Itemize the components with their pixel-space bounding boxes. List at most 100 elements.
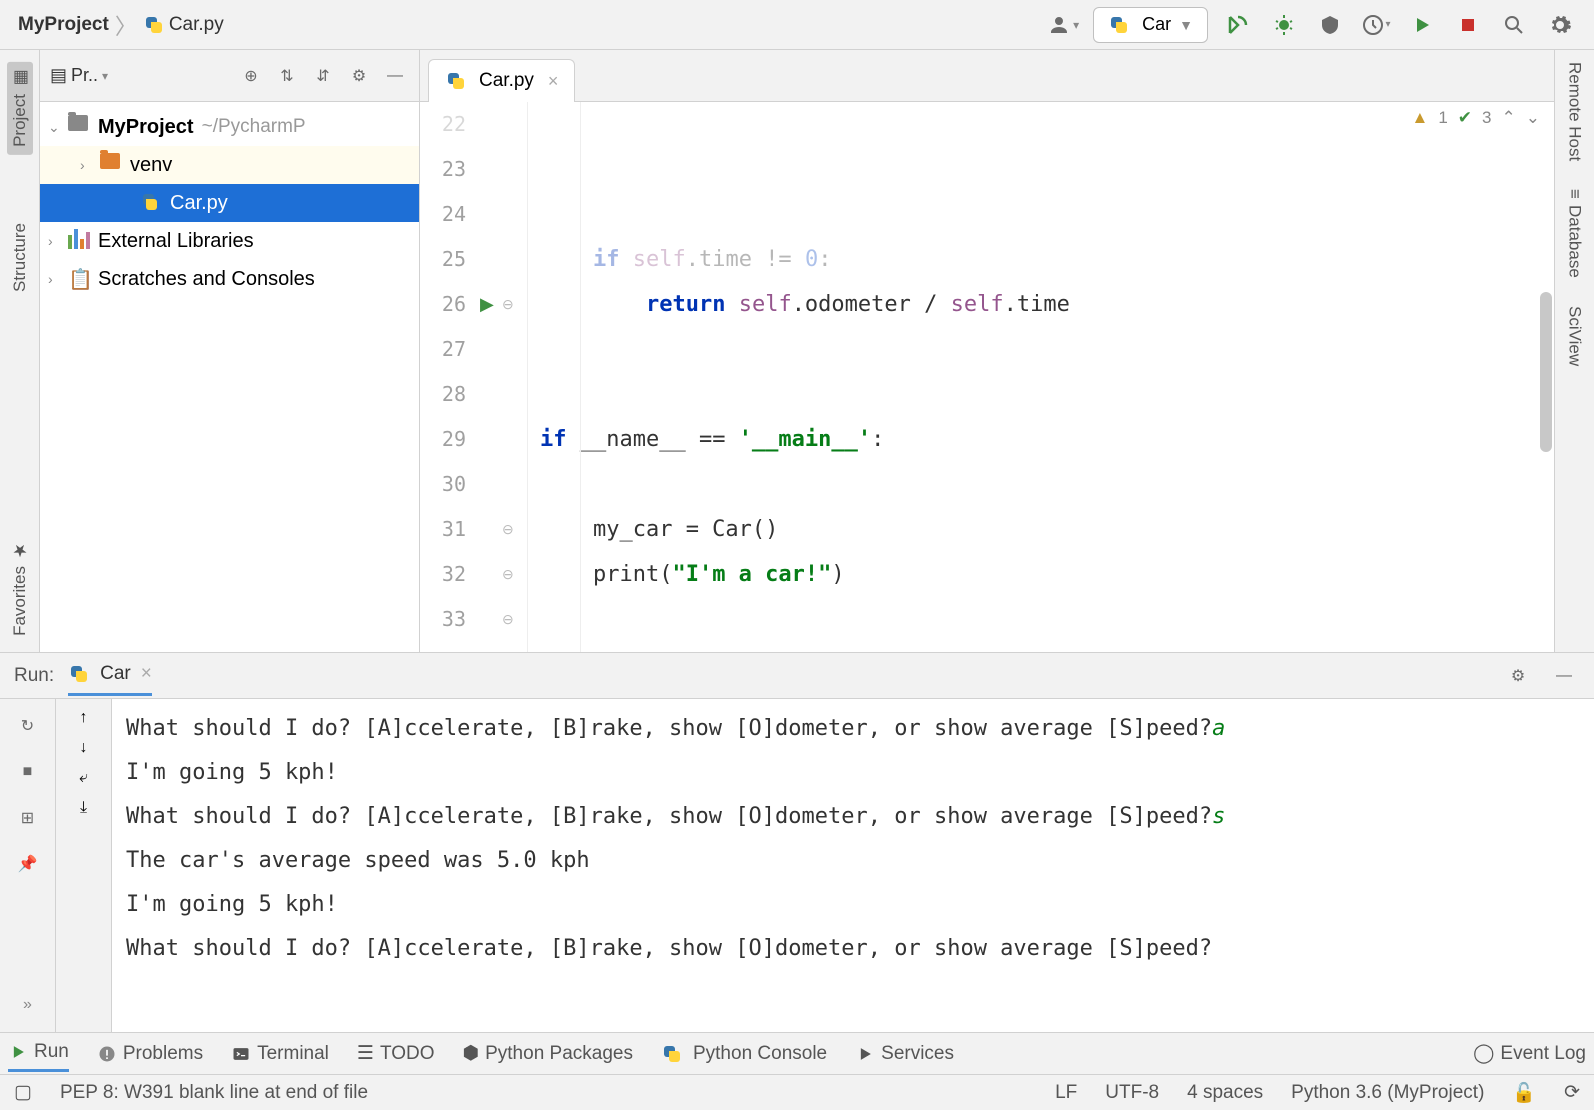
run-config-selector[interactable]: Car ▼ [1093, 7, 1208, 43]
breadcrumb-separator-icon: 〉 [115, 9, 137, 41]
status-tool-windows-icon[interactable]: ▢ [14, 1081, 32, 1104]
python-icon [68, 663, 90, 685]
run-button[interactable] [1222, 9, 1254, 41]
tree-file-car[interactable]: Car.py [40, 184, 419, 222]
tab-run[interactable]: Run [8, 1041, 69, 1072]
python-file-icon [143, 14, 165, 36]
navigation-bar: MyProject 〉 Car.py ▾ Car ▼ ▾ [0, 0, 1594, 50]
code-line[interactable]: if __name__ == '__main__': [540, 417, 1554, 462]
code-line[interactable] [540, 372, 1554, 417]
project-tree[interactable]: ⌄ MyProject ~/PycharmP › venv Car.py › E… [40, 102, 419, 652]
editor[interactable]: 22232425262728293031323334 ▶ ⊖⊖⊖⊖⊖ if se… [420, 102, 1554, 652]
search-button[interactable] [1498, 9, 1530, 41]
status-lock-icon[interactable]: 🔓 [1512, 1081, 1536, 1105]
python-icon [1108, 14, 1130, 36]
profile-button[interactable]: ▾ [1360, 9, 1392, 41]
hide-panel-button[interactable]: — [381, 62, 409, 90]
tree-root[interactable]: ⌄ MyProject ~/PycharmP [40, 108, 419, 146]
breadcrumb-file[interactable]: Car.py [169, 14, 224, 36]
panel-settings-button[interactable]: ⚙ [345, 62, 373, 90]
run-tool-window: Run: Car × ⚙ — ↻ ■ ⊞ 📌 » ↑ ↓ ⤶ ⤓ What sh… [0, 652, 1594, 1032]
layout-button[interactable]: ⊞ [11, 801, 45, 835]
up-button[interactable]: ↑ [80, 709, 88, 727]
code-line[interactable] [540, 462, 1554, 507]
tool-database[interactable]: ≡ Database [1565, 189, 1585, 278]
scroll-to-end-button[interactable]: ⤓ [80, 799, 87, 817]
tree-scratches[interactable]: › 📋 Scratches and Consoles [40, 260, 419, 298]
settings-button[interactable] [1544, 9, 1576, 41]
expand-icon[interactable]: › [48, 233, 68, 249]
tool-structure[interactable]: Structure [10, 223, 30, 292]
tab-event-log[interactable]: ◯ Event Log [1473, 1042, 1586, 1065]
fold-icon[interactable]: ⊖ [502, 296, 518, 312]
status-encoding[interactable]: UTF-8 [1105, 1082, 1159, 1104]
code-line[interactable] [540, 597, 1554, 642]
status-bar: ▢ PEP 8: W391 blank line at end of file … [0, 1074, 1594, 1110]
tab-problems[interactable]: Problems [97, 1043, 203, 1065]
fold-icon[interactable]: ⊖ [502, 611, 518, 627]
code-line[interactable] [540, 327, 1554, 372]
close-tab-icon[interactable]: × [548, 71, 559, 92]
run-config-name: Car [1142, 14, 1171, 35]
tool-favorites[interactable]: Favorites ★ [10, 540, 30, 636]
status-line-separator[interactable]: LF [1055, 1082, 1077, 1104]
code-line[interactable]: my_car = Car() [540, 507, 1554, 552]
tab-python-packages[interactable]: ⬢ Python Packages [463, 1042, 633, 1065]
bottom-tool-tabs: Run Problems Terminal ☰ TODO ⬢ Python Pa… [0, 1032, 1594, 1074]
expand-icon[interactable]: › [80, 157, 100, 173]
editor-tab-car[interactable]: Car.py × [428, 59, 575, 102]
close-tab-icon[interactable]: × [141, 663, 152, 685]
collapse-all-button[interactable]: ⇵ [309, 62, 337, 90]
run-with-button[interactable] [1406, 9, 1438, 41]
breadcrumb[interactable]: MyProject 〉 Car.py [18, 9, 224, 41]
code-line[interactable]: return self.odometer / self.time [540, 282, 1554, 327]
breadcrumb-project[interactable]: MyProject [18, 14, 109, 36]
tool-remote-host[interactable]: Remote Host [1565, 62, 1585, 161]
rerun-button[interactable]: ↻ [11, 709, 45, 743]
more-button[interactable]: » [11, 988, 45, 1022]
project-view-selector[interactable]: ▤ Pr.. ▾ [50, 65, 229, 86]
status-interpreter[interactable]: Python 3.6 (MyProject) [1291, 1082, 1484, 1104]
tree-venv[interactable]: › venv [40, 146, 419, 184]
code-line[interactable]: if self.time != 0: [540, 237, 1554, 282]
soft-wrap-button[interactable]: ⤶ [79, 769, 88, 787]
debug-button[interactable] [1268, 9, 1300, 41]
tree-external-libraries[interactable]: › External Libraries [40, 222, 419, 260]
tool-project[interactable]: Project ▦ [7, 62, 33, 155]
expand-icon[interactable]: ⌄ [48, 119, 68, 136]
code-line[interactable]: while True: [540, 642, 1554, 652]
tab-terminal[interactable]: Terminal [231, 1043, 329, 1065]
code-area[interactable]: if self.time != 0: return self.odometer … [528, 102, 1554, 652]
inspection-widget[interactable]: ▲ 1 ✔ 3 ⌃ ⌄ [1411, 108, 1540, 128]
run-settings-button[interactable]: ⚙ [1502, 660, 1534, 692]
console-line: What should I do? [A]ccelerate, [B]rake,… [126, 795, 1580, 839]
run-gutter-icon[interactable]: ▶ [480, 294, 494, 315]
expand-all-button[interactable]: ⇅ [273, 62, 301, 90]
fold-gutter[interactable]: ⊖⊖⊖⊖⊖ [502, 102, 528, 652]
fold-icon[interactable]: ⊖ [502, 521, 518, 537]
prev-highlight-icon[interactable]: ⌃ [1502, 108, 1516, 128]
locate-button[interactable]: ⊕ [237, 62, 265, 90]
tab-python-console[interactable]: Python Console [661, 1043, 827, 1065]
code-line[interactable]: print("I'm a car!") [540, 552, 1554, 597]
run-tab-car[interactable]: Car × [68, 663, 152, 696]
expand-icon[interactable]: › [48, 271, 68, 287]
tab-services[interactable]: Services [855, 1043, 954, 1065]
pin-button[interactable]: 📌 [11, 847, 45, 881]
gutter-marks[interactable]: ▶ [476, 102, 502, 652]
stop-button[interactable] [1452, 9, 1484, 41]
status-indent[interactable]: 4 spaces [1187, 1082, 1263, 1104]
coverage-button[interactable] [1314, 9, 1346, 41]
fold-icon[interactable]: ⊖ [502, 566, 518, 582]
hide-run-button[interactable]: — [1548, 660, 1580, 692]
user-icon[interactable]: ▾ [1047, 9, 1079, 41]
tab-todo[interactable]: ☰ TODO [357, 1042, 435, 1065]
status-sync-icon[interactable]: ⟳ [1564, 1081, 1580, 1104]
check-icon: ✔ [1458, 108, 1472, 128]
next-highlight-icon[interactable]: ⌄ [1526, 108, 1540, 128]
console-output[interactable]: What should I do? [A]ccelerate, [B]rake,… [112, 699, 1594, 1032]
scrollbar-thumb[interactable] [1540, 292, 1552, 452]
down-button[interactable]: ↓ [80, 739, 88, 757]
tool-sciview[interactable]: SciView [1565, 306, 1585, 366]
stop-process-button[interactable]: ■ [11, 755, 45, 789]
